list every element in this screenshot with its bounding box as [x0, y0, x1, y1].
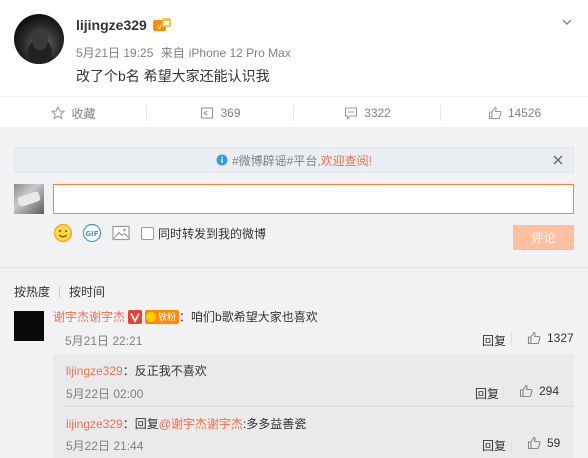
fan-badge-label: 铁粉 [158, 312, 177, 322]
thumbs-up-icon [527, 331, 541, 345]
favorite-label: 收藏 [71, 106, 96, 121]
comment-count: 3322 [364, 106, 391, 120]
comment-like-count: 1327 [547, 331, 574, 345]
reply-like-button[interactable]: 294 [503, 384, 560, 399]
favorite-button[interactable]: 收藏 [0, 97, 147, 129]
reply-like-button[interactable]: 59 [511, 436, 561, 451]
reply-mention-link[interactable]: @谢宇杰谢宇杰 [159, 415, 243, 432]
comment-reply-button[interactable]: 回复 [482, 332, 506, 349]
post-action-bar: 收藏 369 3322 14526 [0, 96, 588, 128]
reply-text-suffix: :多多益善瓷 [242, 417, 307, 431]
comment-like-button[interactable]: 1327 [511, 331, 574, 346]
comment-body: 谢宇杰谢宇杰 铁粉 ：咱们b歌希望大家也喜欢 [53, 308, 318, 325]
sort-by-hot-tab[interactable]: 按热度 [14, 283, 50, 300]
post-device[interactable]: iPhone 12 Pro Max [189, 46, 291, 60]
post-meta: 5月21日 19:25 来自 iPhone 12 Pro Max [76, 44, 295, 61]
reply-text: ：反正我不喜欢 [122, 364, 207, 378]
repost-icon [201, 107, 214, 119]
reply-like-count: 294 [539, 384, 560, 398]
post-text: 改了个b名 希望大家还能认识我 [76, 68, 270, 84]
vip-badge-icon[interactable]: v [153, 18, 171, 32]
thumbs-up-icon [519, 384, 533, 398]
thumbs-up-icon [488, 106, 502, 120]
sub-reply-body: lijingze329 ：回复 @谢宇杰谢宇杰 :多多益善瓷 [66, 415, 306, 432]
like-separator [503, 385, 504, 399]
sort-separator [59, 285, 61, 298]
image-icon[interactable] [111, 223, 131, 243]
chevron-down-icon[interactable] [561, 16, 573, 28]
info-icon [216, 154, 228, 166]
rumor-notice-banner: #微博辟谣#平台, 欢迎查阅! [14, 147, 574, 173]
reply-divider [63, 406, 574, 407]
fan-ring-icon [146, 311, 157, 322]
close-icon[interactable] [553, 155, 563, 165]
like-count: 14526 [507, 106, 542, 120]
reply-reply-button[interactable]: 回复 [475, 385, 499, 402]
post-source-prefix: 来自 [160, 46, 185, 60]
notice-link[interactable]: 欢迎查阅! [321, 152, 372, 169]
notice-text: #微博辟谣#平台, [231, 153, 321, 168]
reply-like-count: 59 [547, 436, 561, 450]
like-separator [511, 332, 512, 346]
sort-by-time-tab[interactable]: 按时间 [69, 283, 105, 300]
repost-count: 369 [220, 106, 241, 120]
reply-username[interactable]: lijingze329 [66, 417, 123, 431]
current-user-avatar[interactable] [14, 184, 44, 214]
section-divider [0, 267, 588, 268]
emoji-icon[interactable] [53, 223, 73, 243]
svg-text:GIF: GIF [85, 230, 98, 238]
comment-time: 5月21日 22:21 [65, 334, 143, 348]
repost-to-my-weibo-checkbox[interactable]: 同时转发到我的微博 [141, 225, 266, 242]
comment-button[interactable]: 3322 [294, 97, 441, 129]
like-button[interactable]: 14526 [441, 97, 588, 129]
svg-text:v: v [157, 22, 162, 31]
verified-v-icon[interactable] [128, 309, 143, 324]
reply-text-prefix: ：回复 [122, 417, 159, 431]
comment-text: ：咱们b歌希望大家也喜欢 [179, 310, 318, 324]
sub-reply-body: lijingze329 ：反正我不喜欢 [66, 362, 207, 379]
repost-button[interactable]: 369 [147, 97, 294, 129]
author-username[interactable]: lijingze329 [76, 17, 147, 33]
comment-input[interactable] [53, 184, 574, 214]
author-avatar[interactable] [14, 14, 64, 64]
repost-checkbox-label: 同时转发到我的微博 [158, 226, 267, 241]
post-date[interactable]: 5月21日 19:25 [76, 46, 153, 60]
commenter-avatar[interactable] [14, 311, 44, 341]
reply-time: 5月22日 21:44 [66, 439, 144, 453]
comment-icon [345, 107, 358, 120]
reply-time: 5月22日 02:00 [66, 387, 144, 401]
reply-username[interactable]: lijingze329 [66, 364, 123, 378]
commenter-username[interactable]: 谢宇杰谢宇杰 [53, 308, 125, 325]
fan-badge[interactable]: 铁粉 [145, 309, 180, 324]
checkbox-box[interactable] [141, 226, 154, 240]
composer-tools: GIF 同时转发到我的微博 [53, 223, 266, 243]
reply-reply-button[interactable]: 回复 [482, 437, 506, 454]
gif-icon[interactable]: GIF [82, 223, 102, 243]
thumbs-up-icon [527, 436, 541, 450]
like-separator [511, 437, 512, 451]
star-icon [51, 106, 66, 120]
comment-sort-tabs: 按热度 按时间 [14, 283, 105, 300]
submit-comment-button[interactable]: 评论 [513, 225, 574, 250]
